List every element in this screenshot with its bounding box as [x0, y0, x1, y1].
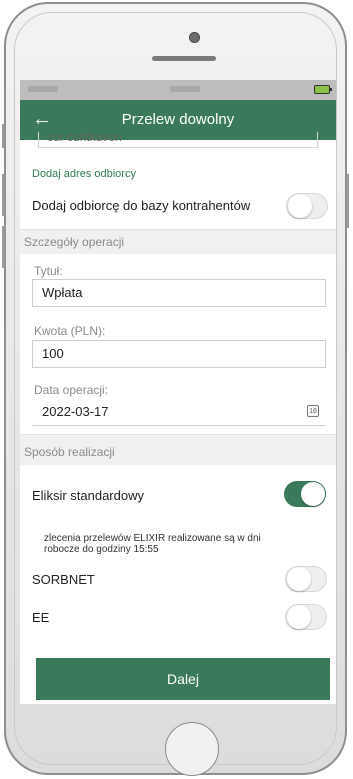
app-screen: ← Przelew dowolny cur cuntkuvon Dodaj ad…	[20, 80, 336, 704]
status-time-blur	[170, 86, 200, 92]
add-to-contacts-toggle[interactable]	[286, 193, 328, 219]
sorbnet-label: SORBNET	[32, 572, 95, 587]
toggle-knob	[288, 194, 312, 218]
amount-input[interactable]: 100	[32, 340, 326, 368]
execution-section-header: Sposób realizacji	[20, 434, 336, 465]
battery-icon	[314, 85, 332, 94]
amount-label: Kwota (PLN):	[34, 324, 106, 338]
next-button[interactable]: Dalej	[36, 658, 330, 700]
details-section-header: Szczegóły operacji	[20, 229, 336, 254]
ee-toggle[interactable]	[285, 604, 327, 630]
eliksir-label: Eliksir standardowy	[32, 488, 144, 503]
details-section-title: Szczegóły operacji	[24, 235, 125, 249]
add-to-contacts-label: Dodaj odbiorcę do bazy kontrahentów	[32, 198, 251, 213]
side-button	[2, 124, 5, 148]
toggle-knob	[287, 605, 311, 629]
title-input[interactable]: Wpłata	[32, 279, 326, 307]
power-button	[346, 174, 349, 228]
add-address-link[interactable]: Dodaj adres odbiorcy	[32, 168, 136, 180]
date-label: Data operacji:	[34, 383, 109, 397]
toggle-knob	[287, 567, 311, 591]
title-label: Tytuł:	[34, 264, 63, 278]
speaker-grille	[152, 56, 216, 61]
volume-down-button	[2, 226, 5, 268]
status-carrier-blur	[28, 86, 58, 92]
ee-label: EE	[32, 610, 50, 625]
volume-up-button	[2, 174, 5, 216]
execution-section-title: Sposób realizacji	[24, 445, 115, 459]
date-input[interactable]: 2022-03-17 16	[32, 398, 326, 426]
toggle-knob	[301, 482, 325, 506]
date-value: 2022-03-17	[42, 404, 109, 419]
sorbnet-toggle[interactable]	[285, 566, 327, 592]
form-content: cur cuntkuvon Dodaj adres odbiorcy Dodaj…	[20, 132, 336, 660]
camera-icon	[189, 32, 200, 43]
eliksir-toggle[interactable]	[284, 481, 326, 507]
recipient-account-field[interactable]: cur cuntkuvon	[38, 132, 318, 148]
elixir-info-text: zlecenia przelewów ELIXIR realizowane są…	[44, 533, 261, 555]
calendar-icon[interactable]: 16	[307, 405, 319, 417]
home-button[interactable]	[165, 722, 219, 776]
status-bar	[20, 80, 336, 100]
